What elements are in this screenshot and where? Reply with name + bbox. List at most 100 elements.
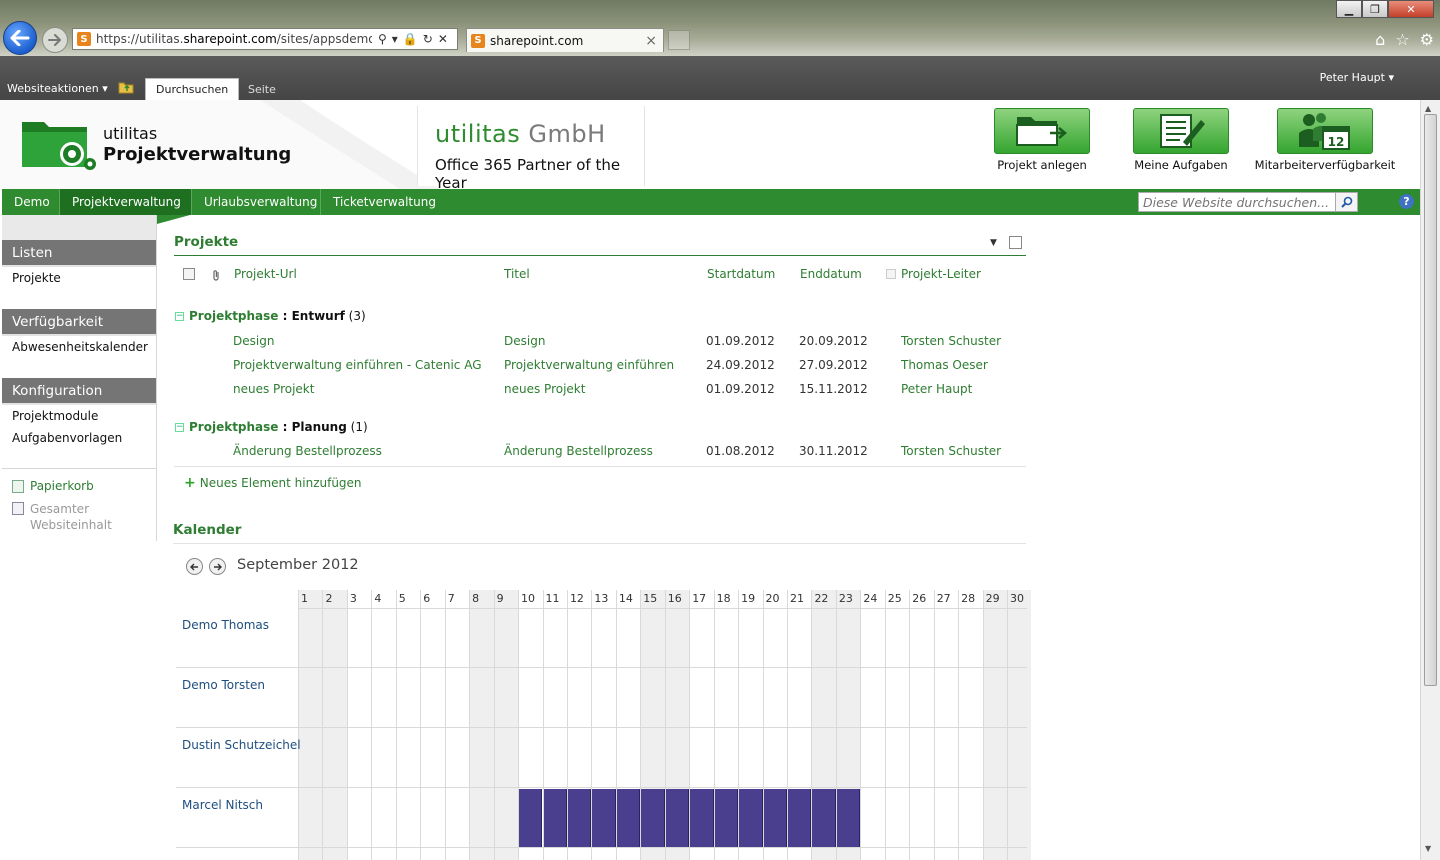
navigate-up-folder-icon[interactable]	[118, 80, 134, 94]
column-header-enddatum[interactable]: Enddatum	[800, 267, 862, 281]
browser-tab[interactable]: S sharepoint.com ×	[466, 28, 664, 52]
group-header-entwurf[interactable]: − Projektphase : Entwurf (3)	[175, 309, 366, 323]
row-projekt-url[interactable]: Projektverwaltung einführen - Catenic AG	[233, 358, 482, 372]
stop-icon[interactable]: ✕	[438, 32, 448, 46]
row-projekt-url[interactable]: neues Projekt	[233, 382, 314, 396]
collapse-toggle-icon[interactable]: −	[175, 311, 184, 321]
row-titel[interactable]: Änderung Bestellprozess	[504, 444, 653, 458]
absence-day-block[interactable]	[690, 789, 714, 847]
help-icon[interactable]: ?	[1399, 194, 1414, 209]
left-navigation: Listen Projekte Verfügbarkeit Abwesenhei…	[2, 215, 157, 541]
topnav-item-urlaubsverwaltung[interactable]: Urlaubsverwaltung	[192, 189, 321, 215]
maximize-button[interactable]: ❐	[1362, 0, 1388, 18]
day-number: 21	[790, 592, 804, 605]
refresh-icon[interactable]: ↻	[423, 32, 433, 46]
presence-placeholder-icon	[886, 269, 896, 279]
absence-day-block[interactable]	[714, 789, 739, 847]
favorites-star-icon[interactable]: ☆	[1395, 30, 1409, 49]
search-button[interactable]	[1335, 193, 1357, 211]
logo-title-line2[interactable]: Projektverwaltung	[103, 144, 291, 165]
column-header-projekt-leiter[interactable]: Projekt-Leiter	[901, 267, 981, 281]
calendar-person-label[interactable]: Demo Thomas	[182, 618, 269, 632]
day-number: 10	[521, 592, 536, 605]
kalender-webpart-title[interactable]: Kalender	[173, 522, 241, 538]
new-tab-button[interactable]	[668, 30, 690, 50]
topnav-item-demo[interactable]: Demo	[2, 189, 60, 215]
scrollbar-thumb[interactable]	[1424, 114, 1437, 686]
day-number: 22	[814, 592, 829, 605]
address-bar[interactable]: S https://utilitas.sharepoint.com/sites/…	[72, 28, 458, 50]
calendar-person-label[interactable]: Marcel Nitsch	[182, 798, 263, 812]
user-menu[interactable]: Peter Haupt ▾	[1320, 71, 1394, 84]
close-window-button[interactable]: ✕	[1388, 0, 1434, 18]
leftnav-header-listen[interactable]: Listen	[2, 240, 156, 265]
tab-seite[interactable]: Seite	[238, 78, 286, 100]
absence-day-block[interactable]	[543, 789, 567, 847]
search-input[interactable]	[1139, 193, 1335, 211]
absence-day-block[interactable]	[665, 789, 690, 847]
absence-day-block[interactable]	[567, 789, 592, 847]
scroll-down-arrow-icon[interactable]: ▼	[1425, 844, 1431, 853]
absence-day-block[interactable]	[616, 789, 641, 847]
logo-title-line1[interactable]: utilitas	[103, 124, 157, 143]
settings-gear-icon[interactable]: ⚙	[1420, 30, 1434, 49]
row-titel[interactable]: Design	[504, 334, 545, 348]
topnav-item-projektverwaltung[interactable]: Projektverwaltung	[60, 189, 192, 215]
row-projekt-url[interactable]: Änderung Bestellprozess	[233, 444, 382, 458]
absence-day-block[interactable]	[836, 789, 861, 847]
absence-day-block[interactable]	[739, 789, 763, 847]
topnav-item-ticketverwaltung[interactable]: Ticketverwaltung	[321, 189, 443, 215]
absence-day-block[interactable]	[812, 789, 836, 847]
vertical-scrollbar[interactable]: ▲ ▼	[1420, 100, 1440, 860]
row-titel[interactable]: Projektverwaltung einführen	[504, 358, 674, 372]
back-button[interactable]	[3, 21, 37, 55]
row-titel[interactable]: neues Projekt	[504, 382, 585, 396]
lock-icon[interactable]: 🔒	[403, 32, 418, 46]
column-header-projekt-url[interactable]: Projekt-Url	[234, 267, 297, 281]
leftnav-header-verfuegbarkeit[interactable]: Verfügbarkeit	[2, 309, 156, 334]
site-actions-menu[interactable]: Websiteaktionen ▾	[7, 82, 108, 95]
gesamter-websiteinhalt-link[interactable]: Gesamter Websiteinhalt	[12, 501, 112, 533]
absence-day-block[interactable]	[641, 789, 665, 847]
papierkorb-link[interactable]: Papierkorb	[12, 479, 94, 493]
column-header-titel[interactable]: Titel	[504, 267, 530, 281]
webpart-menu-chevron-down-icon[interactable]: ▼	[990, 238, 997, 248]
webpart-select-checkbox[interactable]	[1009, 236, 1022, 249]
absence-day-block[interactable]	[788, 789, 812, 847]
collapse-toggle-icon[interactable]: −	[175, 422, 184, 432]
row-projekt-leiter[interactable]: Torsten Schuster	[901, 444, 1001, 458]
leftnav-header-konfiguration[interactable]: Konfiguration	[2, 378, 156, 403]
projekte-webpart-title[interactable]: Projekte	[174, 234, 238, 250]
group-header-planung[interactable]: − Projektphase : Planung (1)	[175, 420, 368, 434]
calendar-person-label[interactable]: Dustin Schutzeichel	[182, 738, 301, 752]
next-month-button[interactable]	[209, 558, 226, 575]
leftnav-item-projektmodule[interactable]: Projektmodule	[12, 409, 98, 423]
absence-day-block[interactable]	[519, 789, 543, 847]
select-all-checkbox[interactable]	[183, 268, 195, 280]
absence-day-block[interactable]	[763, 789, 787, 847]
row-projekt-leiter[interactable]: Torsten Schuster	[901, 334, 1001, 348]
search-icon[interactable]: ⚲	[378, 32, 387, 46]
row-projekt-leiter[interactable]: Peter Haupt	[901, 382, 972, 396]
meine-aufgaben-button[interactable]: Meine Aufgaben	[1128, 108, 1234, 172]
leftnav-item-abwesenheitskalender[interactable]: Abwesenheitskalender	[12, 340, 148, 354]
row-projekt-leiter[interactable]: Thomas Oeser	[901, 358, 988, 372]
dropdown-icon[interactable]: ▾	[392, 32, 398, 46]
previous-month-button[interactable]	[186, 558, 203, 575]
absence-day-block[interactable]	[592, 789, 616, 847]
leftnav-item-aufgabenvorlagen[interactable]: Aufgabenvorlagen	[12, 431, 122, 445]
minimize-button[interactable]: ▁	[1336, 0, 1362, 18]
url-text[interactable]: https://utilitas.sharepoint.com/sites/ap…	[96, 32, 372, 46]
home-icon[interactable]: ⌂	[1375, 30, 1385, 49]
row-projekt-url[interactable]: Design	[233, 334, 274, 348]
tab-durchsuchen[interactable]: Durchsuchen	[145, 78, 240, 100]
scroll-up-arrow-icon[interactable]: ▲	[1425, 104, 1431, 113]
forward-button[interactable]	[42, 27, 68, 53]
column-header-startdatum[interactable]: Startdatum	[707, 267, 775, 281]
calendar-person-label[interactable]: Demo Torsten	[182, 678, 265, 692]
add-new-item-link[interactable]: + Neues Element hinzufügen	[184, 476, 362, 490]
close-tab-icon[interactable]: ×	[645, 33, 657, 49]
leftnav-item-projekte[interactable]: Projekte	[12, 271, 61, 285]
projekt-anlegen-button[interactable]: Projekt anlegen	[990, 108, 1094, 172]
mitarbeiterverfuegbarkeit-button[interactable]: 12 Mitarbeiterverfügbarkeit	[1250, 108, 1400, 172]
